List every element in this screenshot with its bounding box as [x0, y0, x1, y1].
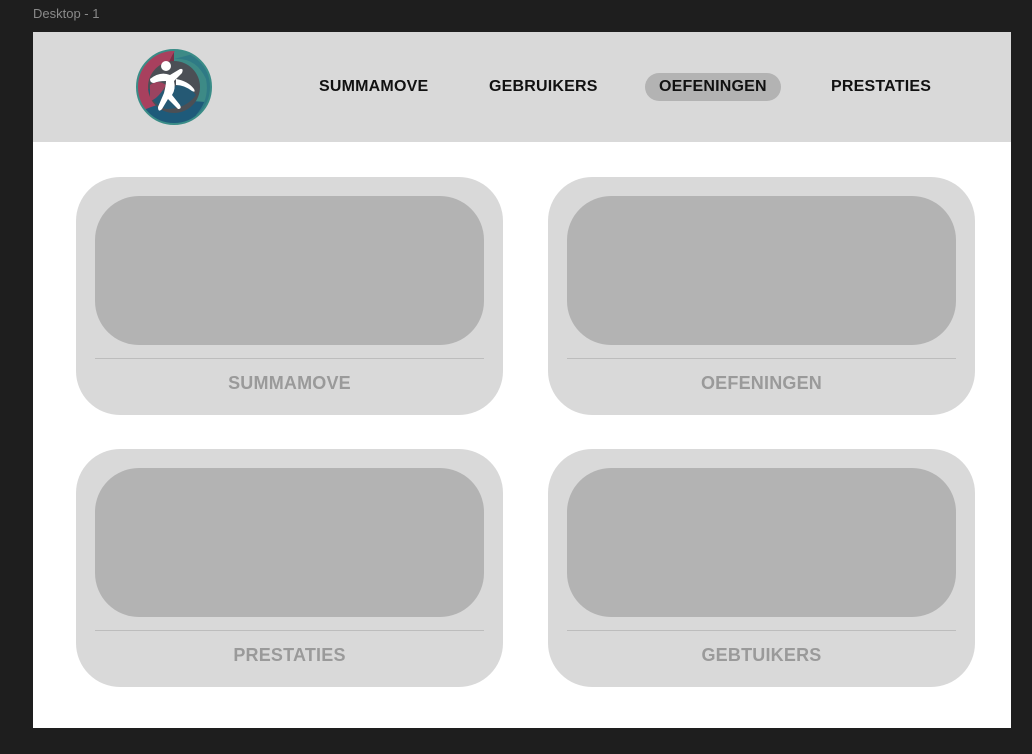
card-title: GEBTUIKERS: [701, 645, 822, 665]
card-title: PRESTATIES: [233, 645, 346, 665]
nav-oefeningen[interactable]: OEFENINGEN: [645, 73, 781, 101]
card-image-placeholder: [567, 196, 956, 345]
card-divider: [95, 358, 484, 359]
frame-label: Desktop - 1: [33, 6, 100, 21]
card-title: OEFENINGEN: [700, 373, 822, 393]
runner-logo-icon[interactable]: [136, 49, 212, 125]
card-title: SUMMAMOVE: [228, 373, 351, 393]
nav-summamove[interactable]: SUMMAMOVE: [319, 73, 428, 101]
card-image-placeholder: [95, 196, 484, 345]
card-oefeningen[interactable]: OEFENINGEN: [548, 177, 975, 415]
nav-gebruikers[interactable]: GEBRUIKERS: [489, 73, 598, 101]
card-divider: [95, 630, 484, 631]
card-prestaties[interactable]: PRESTATIES: [76, 449, 503, 687]
card-image-placeholder: [567, 468, 956, 617]
header: SUMMAMOVE GEBRUIKERS OEFENINGEN PRESTATI…: [33, 32, 1011, 142]
card-gebruikers[interactable]: GEBTUIKERS: [548, 449, 975, 687]
nav-prestaties[interactable]: PRESTATIES: [831, 73, 931, 101]
desktop-frame: SUMMAMOVE GEBRUIKERS OEFENINGEN PRESTATI…: [33, 32, 1011, 728]
card-divider: [567, 358, 956, 359]
card-summamove[interactable]: SUMMAMOVE: [76, 177, 503, 415]
card-image-placeholder: [95, 468, 484, 617]
card-divider: [567, 630, 956, 631]
